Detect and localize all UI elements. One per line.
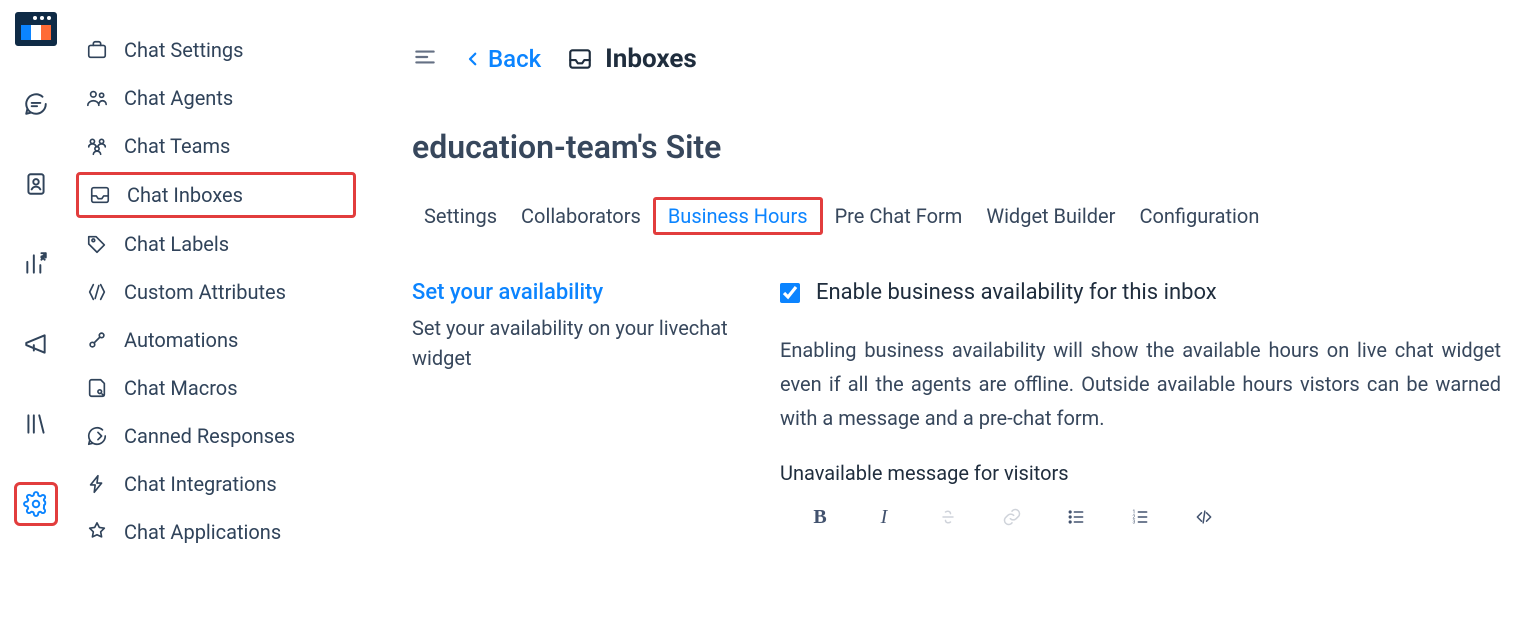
sidebar-item-custom-attributes[interactable]: Custom Attributes bbox=[72, 268, 382, 316]
link-icon[interactable] bbox=[1000, 505, 1024, 529]
sidebar-item-label: Chat Labels bbox=[124, 232, 229, 256]
settings-sidebar: Chat Settings Chat Agents Chat Teams Cha… bbox=[72, 0, 382, 617]
bold-icon[interactable]: B bbox=[808, 505, 832, 529]
sidebar-item-label: Chat Agents bbox=[124, 86, 233, 110]
svg-text:3: 3 bbox=[1133, 520, 1136, 526]
sidebar-item-label: Chat Integrations bbox=[124, 472, 277, 496]
code-icon[interactable] bbox=[1192, 505, 1216, 529]
campaigns-icon[interactable] bbox=[14, 322, 58, 366]
sidebar-item-chat-integrations[interactable]: Chat Integrations bbox=[72, 460, 382, 508]
sidebar-item-label: Chat Settings bbox=[124, 38, 243, 62]
contacts-icon[interactable] bbox=[14, 162, 58, 206]
page-title: education-team's Site bbox=[412, 128, 1501, 166]
library-icon[interactable] bbox=[14, 402, 58, 446]
editor-toolbar: B I 123 bbox=[780, 505, 1501, 529]
unavailable-message-label: Unavailable message for visitors bbox=[780, 461, 1501, 485]
app-logo[interactable] bbox=[15, 12, 57, 46]
sidebar-item-chat-agents[interactable]: Chat Agents bbox=[72, 74, 382, 122]
tab-settings[interactable]: Settings bbox=[412, 200, 509, 232]
sidebar-item-chat-settings[interactable]: Chat Settings bbox=[72, 26, 382, 74]
availability-desc: Enabling business availability will show… bbox=[780, 333, 1501, 435]
sidebar-item-chat-labels[interactable]: Chat Labels bbox=[72, 220, 382, 268]
content-row: Set your availability Set your availabil… bbox=[412, 280, 1501, 529]
sidebar-item-label: Chat Teams bbox=[124, 134, 230, 158]
back-label: Back bbox=[488, 45, 541, 73]
menu-icon[interactable] bbox=[412, 44, 438, 74]
italic-icon[interactable]: I bbox=[872, 505, 896, 529]
crumb-label: Inboxes bbox=[605, 44, 697, 74]
sidebar-item-label: Chat Inboxes bbox=[127, 183, 243, 207]
sidebar-item-label: Canned Responses bbox=[124, 424, 295, 448]
sidebar-item-chat-teams[interactable]: Chat Teams bbox=[72, 122, 382, 170]
sidebar-item-canned-responses[interactable]: Canned Responses bbox=[72, 412, 382, 460]
tab-widget-builder[interactable]: Widget Builder bbox=[974, 200, 1127, 232]
tab-business-hours[interactable]: Business Hours bbox=[653, 197, 823, 235]
enable-business-availability-checkbox[interactable] bbox=[780, 283, 800, 303]
reports-icon[interactable] bbox=[14, 242, 58, 286]
sidebar-item-label: Custom Attributes bbox=[124, 280, 286, 304]
tabs: Settings Collaborators Business Hours Pr… bbox=[412, 200, 1501, 232]
enable-business-availability-label: Enable business availability for this in… bbox=[816, 280, 1217, 305]
sidebar-item-chat-inboxes[interactable]: Chat Inboxes bbox=[76, 172, 356, 218]
topbar: Back Inboxes bbox=[412, 44, 1501, 74]
tab-pre-chat-form[interactable]: Pre Chat Form bbox=[823, 200, 975, 232]
breadcrumb-title: Inboxes bbox=[567, 44, 697, 74]
sidebar-item-label: Chat Macros bbox=[124, 376, 238, 400]
ul-icon[interactable] bbox=[1064, 505, 1088, 529]
sidebar-item-chat-macros[interactable]: Chat Macros bbox=[72, 364, 382, 412]
back-link[interactable]: Back bbox=[464, 45, 541, 73]
sidebar-item-label: Automations bbox=[124, 328, 238, 352]
primary-nav-rail bbox=[0, 0, 72, 617]
availability-heading: Set your availability bbox=[412, 280, 732, 305]
availability-form: Enable business availability for this in… bbox=[780, 280, 1501, 529]
ol-icon[interactable]: 123 bbox=[1128, 505, 1152, 529]
sidebar-item-chat-applications[interactable]: Chat Applications bbox=[72, 508, 382, 556]
sidebar-item-automations[interactable]: Automations bbox=[72, 316, 382, 364]
tab-configuration[interactable]: Configuration bbox=[1127, 200, 1271, 232]
conversations-icon[interactable] bbox=[14, 82, 58, 126]
sidebar-item-label: Chat Applications bbox=[124, 520, 281, 544]
settings-icon[interactable] bbox=[14, 482, 58, 526]
availability-sub: Set your availability on your livechat w… bbox=[412, 313, 732, 373]
main-content: Back Inboxes education-team's Site Setti… bbox=[382, 0, 1531, 617]
tab-collaborators[interactable]: Collaborators bbox=[509, 200, 653, 232]
strike-icon[interactable] bbox=[936, 505, 960, 529]
availability-description: Set your availability Set your availabil… bbox=[412, 280, 732, 529]
